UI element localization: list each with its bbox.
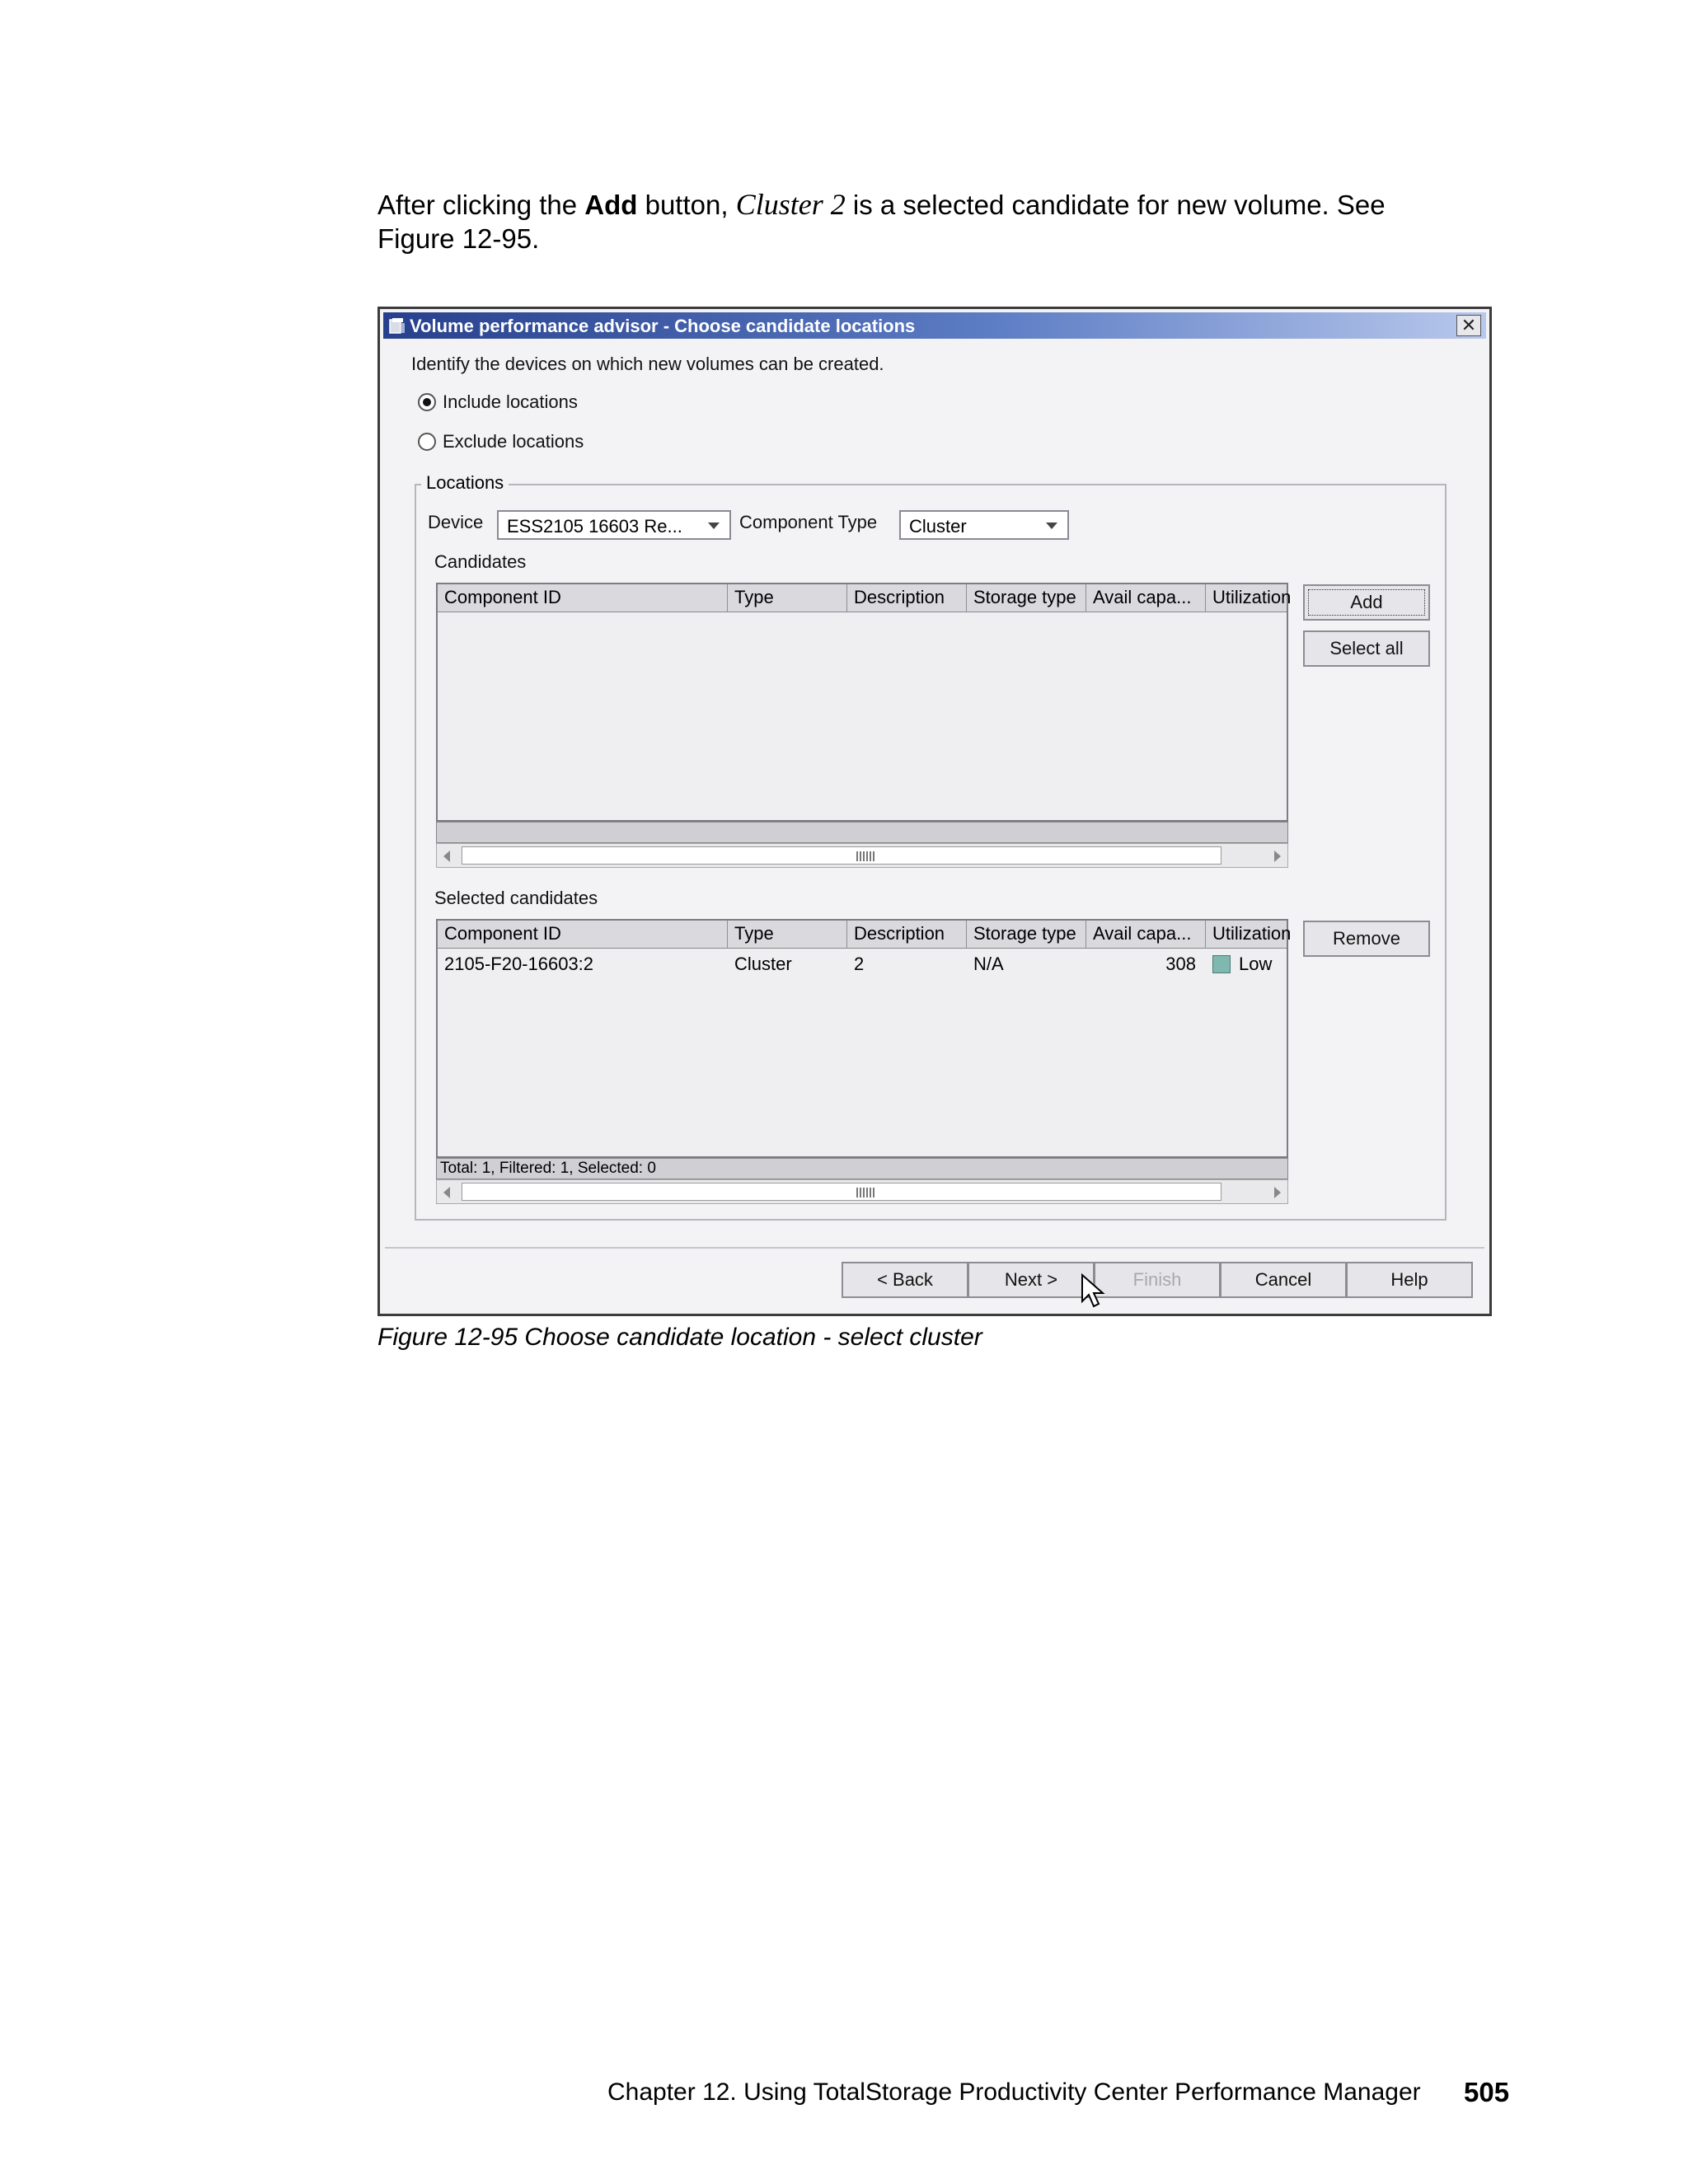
column-header-storage-type[interactable]: Storage type xyxy=(967,584,1086,612)
scrollbar-thumb[interactable] xyxy=(462,1183,1221,1201)
scroll-right-icon[interactable] xyxy=(1274,851,1281,862)
intro-paragraph: After clicking the Add button, Cluster 2… xyxy=(377,188,1449,255)
column-header-component-id[interactable]: Component ID xyxy=(438,584,728,612)
device-select-value: ESS2105 16603 Re... xyxy=(507,516,682,537)
scrollbar-grip xyxy=(856,1188,876,1197)
candidates-label: Candidates xyxy=(434,551,527,572)
intro-text-2: button, xyxy=(637,190,736,220)
device-label: Device xyxy=(428,512,484,532)
finish-button[interactable]: Finish xyxy=(1094,1262,1221,1298)
selected-table-status: Total: 1, Filtered: 1, Selected: 0 xyxy=(436,1158,1288,1179)
column-header-avail-capacity[interactable]: Avail capa... xyxy=(1086,921,1206,949)
back-button[interactable]: < Back xyxy=(842,1262,968,1298)
column-header-avail-capacity[interactable]: Avail capa... xyxy=(1086,584,1206,612)
remove-button[interactable]: Remove xyxy=(1303,921,1430,957)
column-header-utilization[interactable]: Utilization xyxy=(1206,921,1290,949)
device-select[interactable]: ESS2105 16603 Re... xyxy=(497,510,731,540)
next-button[interactable]: Next > xyxy=(968,1262,1095,1298)
candidates-table-header: Component ID Type Description Storage ty… xyxy=(438,584,1290,612)
component-type-select[interactable]: Cluster xyxy=(899,510,1069,540)
intro-italic-cluster: Cluster 2 xyxy=(735,188,846,221)
column-header-description[interactable]: Description xyxy=(847,584,967,612)
cell-utilization: Low xyxy=(1239,954,1273,974)
column-header-utilization[interactable]: Utilization xyxy=(1206,584,1290,612)
column-header-type[interactable]: Type xyxy=(728,921,847,949)
figure-caption: Figure 12-95 Choose candidate location -… xyxy=(377,1324,982,1351)
locations-legend: Locations xyxy=(421,472,509,494)
add-button[interactable]: Add xyxy=(1303,584,1430,621)
column-header-storage-type[interactable]: Storage type xyxy=(967,921,1086,949)
column-header-description[interactable]: Description xyxy=(847,921,967,949)
selected-candidates-label: Selected candidates xyxy=(434,888,598,908)
exclude-locations-radio[interactable] xyxy=(418,433,436,451)
selected-candidates-table[interactable]: Component ID Type Description Storage ty… xyxy=(436,919,1290,1158)
footer-divider xyxy=(385,1247,1484,1249)
column-header-component-id[interactable]: Component ID xyxy=(438,921,728,949)
volume-advisor-app-icon xyxy=(389,318,405,334)
chapter-footer: Chapter 12. Using TotalStorage Productiv… xyxy=(607,2079,1421,2106)
utilization-low-swatch xyxy=(1212,955,1231,973)
cell-description: 2 xyxy=(854,954,865,974)
scrollbar-grip xyxy=(856,851,876,861)
candidates-table[interactable]: Component ID Type Description Storage ty… xyxy=(436,583,1290,822)
component-type-select-value: Cluster xyxy=(909,516,967,537)
volume-advisor-dialog: Volume performance advisor - Choose cand… xyxy=(377,307,1492,1316)
include-locations-radio[interactable] xyxy=(418,393,436,411)
close-icon[interactable]: ✕ xyxy=(1456,315,1481,336)
exclude-locations-label[interactable]: Exclude locations xyxy=(443,431,584,452)
cell-avail-capacity: 308 xyxy=(1165,954,1196,974)
dialog-title: Volume performance advisor - Choose cand… xyxy=(410,316,916,336)
cell-component-id: 2105-F20-16603:2 xyxy=(444,954,594,974)
dropdown-arrow-icon xyxy=(1046,523,1057,529)
selected-table-header: Component ID Type Description Storage ty… xyxy=(438,921,1290,949)
mouse-pointer-icon xyxy=(1081,1273,1105,1308)
cancel-button[interactable]: Cancel xyxy=(1220,1262,1347,1298)
dropdown-arrow-icon xyxy=(708,523,720,529)
dialog-titlebar[interactable]: Volume performance advisor - Choose cand… xyxy=(383,312,1486,339)
scroll-right-icon[interactable] xyxy=(1274,1187,1281,1198)
select-all-button[interactable]: Select all xyxy=(1303,630,1430,667)
page-number: 505 xyxy=(1464,2077,1510,2107)
candidates-horizontal-scrollbar[interactable] xyxy=(436,843,1288,868)
selected-horizontal-scrollbar[interactable] xyxy=(436,1179,1288,1204)
scroll-left-icon[interactable] xyxy=(443,851,450,862)
intro-text-1: After clicking the xyxy=(377,190,585,220)
scrollbar-thumb[interactable] xyxy=(462,846,1221,865)
cell-type: Cluster xyxy=(734,954,792,974)
cell-storage-type: N/A xyxy=(973,954,1004,974)
scroll-left-icon[interactable] xyxy=(443,1187,450,1198)
help-button[interactable]: Help xyxy=(1346,1262,1473,1298)
column-header-type[interactable]: Type xyxy=(728,584,847,612)
intro-bold-add: Add xyxy=(584,190,638,220)
component-type-label: Component Type xyxy=(739,512,878,532)
candidates-table-footer xyxy=(436,822,1288,843)
include-locations-label[interactable]: Include locations xyxy=(443,391,578,413)
instruction-text: Identify the devices on which new volume… xyxy=(411,354,884,374)
